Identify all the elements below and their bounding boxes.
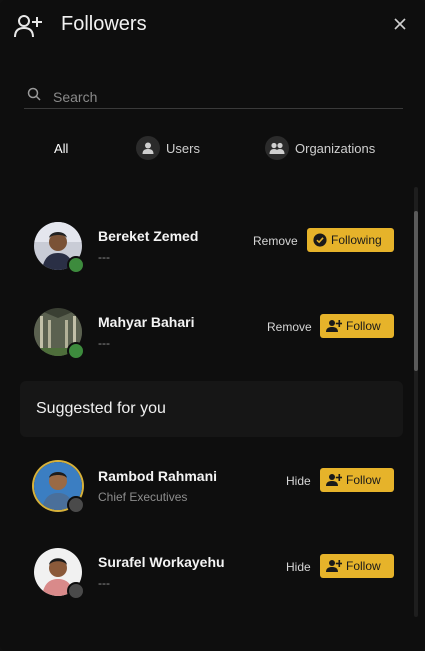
user-icon bbox=[136, 136, 160, 160]
remove-button[interactable]: Remove bbox=[267, 320, 312, 334]
search-icon bbox=[27, 87, 41, 101]
user-name[interactable]: Surafel Workayehu bbox=[98, 554, 225, 570]
close-icon[interactable] bbox=[393, 17, 407, 31]
tab-users[interactable]: Users bbox=[136, 134, 200, 162]
panel-title: Followers bbox=[61, 13, 147, 35]
add-user-icon bbox=[326, 474, 342, 486]
remove-button[interactable]: Remove bbox=[253, 234, 298, 248]
status-offline-indicator bbox=[67, 496, 85, 514]
check-circle-icon bbox=[313, 233, 327, 247]
follow-button[interactable]: Follow bbox=[320, 314, 394, 338]
status-online-indicator bbox=[67, 342, 85, 360]
hide-button[interactable]: Hide bbox=[286, 474, 311, 488]
follow-button[interactable]: Follow bbox=[320, 554, 394, 578]
search-input[interactable] bbox=[51, 86, 395, 108]
add-user-icon bbox=[14, 15, 42, 38]
tab-users-label: Users bbox=[166, 140, 200, 156]
scrollbar-thumb[interactable] bbox=[414, 211, 418, 371]
user-name[interactable]: Bereket Zemed bbox=[98, 228, 198, 244]
group-icon bbox=[265, 136, 289, 160]
follow-button-label: Follow bbox=[346, 473, 381, 487]
user-name[interactable]: Mahyar Bahari bbox=[98, 314, 194, 330]
list-item: Surafel Workayehu --- Hide Follow bbox=[0, 542, 410, 602]
user-subtitle: Chief Executives bbox=[98, 490, 188, 504]
list-item: Mahyar Bahari --- Remove Follow bbox=[0, 302, 410, 362]
filter-tabs: All Users Organizations bbox=[0, 134, 425, 162]
list-item: Rambod Rahmani Chief Executives Hide Fol… bbox=[0, 456, 410, 516]
scrollbar[interactable] bbox=[414, 187, 418, 617]
follow-button-label: Follow bbox=[346, 319, 381, 333]
list-item: Bereket Zemed --- Remove Following bbox=[0, 216, 410, 276]
hide-button[interactable]: Hide bbox=[286, 560, 311, 574]
tab-organizations[interactable]: Organizations bbox=[265, 134, 375, 162]
user-subtitle: --- bbox=[98, 576, 110, 590]
panel-header: Followers bbox=[0, 0, 425, 52]
following-button-label: Following bbox=[331, 233, 382, 247]
tab-all[interactable]: All bbox=[54, 134, 68, 162]
user-subtitle: --- bbox=[98, 336, 110, 350]
tab-organizations-label: Organizations bbox=[295, 140, 376, 156]
user-subtitle: --- bbox=[98, 250, 110, 264]
followers-panel: Followers All Users bbox=[0, 0, 425, 651]
add-user-icon bbox=[326, 320, 342, 332]
user-name[interactable]: Rambod Rahmani bbox=[98, 468, 217, 484]
follow-button-label: Follow bbox=[346, 559, 381, 573]
suggested-heading: Suggested for you bbox=[36, 400, 166, 417]
status-offline-indicator bbox=[67, 582, 85, 600]
search-bar bbox=[24, 84, 403, 109]
suggested-section-header: Suggested for you bbox=[20, 381, 403, 437]
following-button[interactable]: Following bbox=[307, 228, 394, 252]
add-user-icon bbox=[326, 560, 342, 572]
tab-all-label: All bbox=[54, 140, 69, 156]
follow-button[interactable]: Follow bbox=[320, 468, 394, 492]
status-online-indicator bbox=[67, 256, 85, 274]
